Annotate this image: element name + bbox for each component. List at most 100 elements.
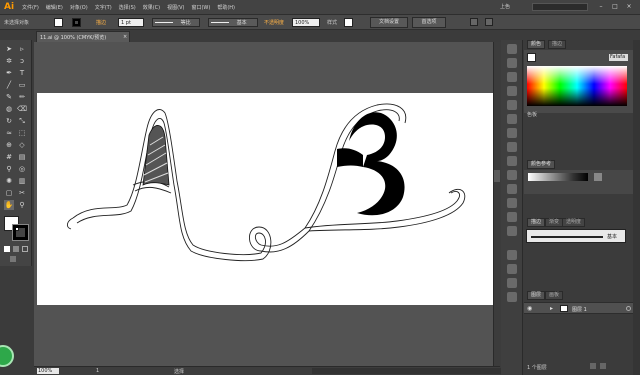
swatches-panel-icon[interactable] [507, 58, 517, 68]
document-tab[interactable]: 11.ai @ 100% (CMYK/预览) × [36, 31, 130, 42]
maximize-icon[interactable]: □ [610, 2, 620, 11]
menu-window[interactable]: 窗口(W) [191, 4, 210, 11]
tab-color-guide[interactable]: 颜色参考 [527, 160, 556, 169]
column-graph-icon[interactable]: ▥ [17, 176, 27, 186]
new-layer-icon[interactable] [590, 363, 596, 369]
stroke-panel-icon[interactable] [507, 100, 517, 110]
menu-effect[interactable]: 效果(C) [143, 4, 160, 11]
color-fill-swatch[interactable] [527, 53, 536, 62]
opacity-field[interactable]: 100% [292, 18, 320, 27]
layer-row[interactable]: ◉ ▸ 图层 1 [524, 302, 636, 314]
screen-mode-icon[interactable] [10, 256, 16, 262]
minimize-icon[interactable]: – [596, 2, 606, 11]
symbols-panel-icon[interactable] [507, 86, 517, 96]
paragraph-panel-icon[interactable] [507, 264, 517, 274]
eyedropper-icon[interactable]: ⚲ [4, 164, 14, 174]
blend-icon[interactable]: ◎ [17, 164, 27, 174]
menu-view[interactable]: 视图(V) [167, 4, 184, 11]
floating-action-button[interactable] [0, 345, 14, 367]
tab-layers[interactable]: 图层 [527, 291, 546, 300]
menu-file[interactable]: 文件(F) [22, 4, 39, 11]
hex-color-field[interactable]: Fafafa [609, 54, 628, 61]
zoom-tool-icon[interactable]: ⚲ [17, 200, 27, 210]
rectangle-tool-icon[interactable]: ▭ [17, 80, 27, 90]
pathfinder-panel-icon[interactable] [507, 212, 517, 222]
mesh-icon[interactable]: # [4, 152, 14, 162]
workspace-switcher[interactable]: 上色 [500, 3, 510, 10]
preferences-button[interactable]: 首选项 [412, 17, 446, 28]
none-mode-icon[interactable] [22, 246, 28, 252]
tab-transparency[interactable]: 透明度 [562, 218, 586, 227]
rotate-icon[interactable]: ↻ [4, 116, 14, 126]
selection-tool-icon[interactable]: ➤ [4, 44, 14, 54]
stroke-label[interactable]: 描边 [96, 19, 106, 26]
tab-artboards[interactable]: 画板 [545, 291, 564, 300]
stroke-preview[interactable]: 基本 [526, 229, 626, 243]
menu-help[interactable]: 帮助(H) [217, 4, 235, 11]
slice-tool-icon[interactable]: ✂ [17, 188, 27, 198]
fill-swatch[interactable] [54, 18, 63, 27]
layer-name[interactable]: 图层 1 [572, 306, 587, 313]
opacity-label[interactable]: 不透明度 [264, 19, 284, 26]
direct-selection-tool-icon[interactable]: ▹ [17, 44, 27, 54]
opentype-panel-icon[interactable] [507, 278, 517, 288]
page-number[interactable]: 1 [96, 368, 99, 374]
artwork[interactable] [37, 93, 496, 305]
warp-icon[interactable]: ≈ [4, 128, 14, 138]
gradient-mode-icon[interactable] [13, 246, 19, 252]
brush-dropdown[interactable]: 基本 [208, 18, 258, 27]
menu-object[interactable]: 对象(O) [70, 4, 88, 11]
brushes-panel-icon[interactable] [507, 72, 517, 82]
tab-stroke-color[interactable]: 描边 [548, 40, 567, 49]
guide-swatches[interactable] [528, 173, 588, 181]
blob-brush-icon[interactable]: ◍ [4, 104, 14, 114]
character-panel-icon[interactable] [507, 250, 517, 260]
close-tab-icon[interactable]: × [123, 34, 127, 40]
harmony-rules-icon[interactable] [594, 173, 602, 181]
gradient-icon[interactable]: ▤ [17, 152, 27, 162]
line-tool-icon[interactable]: ╱ [4, 80, 14, 90]
horizontal-scrollbar[interactable] [312, 368, 522, 374]
pen-tool-icon[interactable]: ✒ [4, 68, 14, 78]
stroke-color-box[interactable] [13, 225, 28, 240]
layers-panel-icon[interactable] [507, 170, 517, 180]
search-input[interactable] [532, 3, 588, 11]
scale-icon[interactable]: ⤡ [17, 116, 27, 126]
type-tool-icon[interactable]: T [17, 68, 27, 78]
free-transform-icon[interactable]: ⬚ [17, 128, 27, 138]
perspective-icon[interactable]: ◇ [17, 140, 27, 150]
shape-builder-icon[interactable]: ⊕ [4, 140, 14, 150]
graphic-styles-panel-icon[interactable] [507, 156, 517, 166]
artboard-tool-icon[interactable]: ▢ [4, 188, 14, 198]
stroke-weight-field[interactable]: 1 pt [118, 18, 144, 27]
visibility-eye-icon[interactable]: ◉ [527, 305, 532, 312]
tab-stroke[interactable]: 描边 [527, 218, 546, 227]
pencil-icon[interactable]: ✏ [17, 92, 27, 102]
artboards-panel-icon[interactable] [507, 184, 517, 194]
document-setup-button[interactable]: 文档设置 [370, 17, 408, 28]
close-icon[interactable]: × [624, 2, 634, 11]
transparency-panel-icon[interactable] [507, 128, 517, 138]
menu-edit[interactable]: 编辑(E) [46, 4, 63, 11]
gradient-panel-icon[interactable] [507, 114, 517, 124]
vertical-scrollbar[interactable] [493, 42, 501, 366]
menu-select[interactable]: 选择(S) [119, 4, 136, 11]
hand-tool-icon[interactable]: ✋ [4, 200, 14, 210]
magic-wand-icon[interactable]: ✲ [4, 56, 14, 66]
arrange-icon[interactable] [470, 18, 478, 26]
menu-type[interactable]: 文字(T) [95, 4, 112, 11]
appearance-panel-icon[interactable] [507, 142, 517, 152]
panel-menu-icon[interactable] [485, 18, 493, 26]
stroke-swatch[interactable] [72, 18, 81, 27]
align-panel-icon[interactable] [507, 198, 517, 208]
expand-arrow-icon[interactable]: ▸ [550, 305, 553, 312]
panel-scrollbar[interactable] [633, 40, 640, 375]
tab-gradient[interactable]: 渐变 [545, 218, 564, 227]
stroke-profile-dropdown[interactable]: 等比 [152, 18, 200, 27]
paintbrush-icon[interactable]: ✎ [4, 92, 14, 102]
delete-layer-icon[interactable] [600, 363, 606, 369]
vertical-scroll-thumb[interactable] [494, 170, 500, 182]
links-panel-icon[interactable] [507, 292, 517, 302]
eraser-icon[interactable]: ⌫ [17, 104, 27, 114]
color-panel-icon[interactable] [507, 44, 517, 54]
